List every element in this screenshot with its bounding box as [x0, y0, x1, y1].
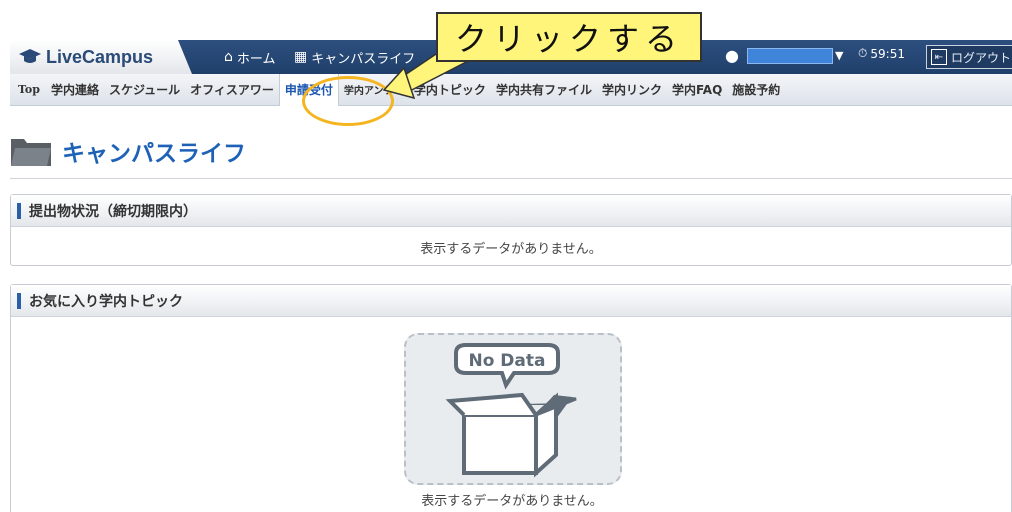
- session-timer: ⏱ 59:51: [858, 46, 905, 61]
- empty-message: 表示するデータがありません。: [421, 494, 603, 509]
- subnav-topics[interactable]: 学内トピック: [409, 74, 491, 106]
- user-icon: ●: [725, 46, 739, 65]
- highlight-ring: [302, 76, 394, 126]
- no-data-illustration: No Data: [404, 333, 622, 485]
- nav-home-label: ホーム: [236, 51, 276, 67]
- panel-accent-bar: [17, 202, 21, 219]
- panel-title: 提出物状況（締切期限内）: [29, 203, 197, 220]
- logout-label: ログアウト: [951, 50, 1012, 65]
- nav-campus-life[interactable]: ▦ キャンパスライフ: [294, 40, 424, 74]
- graduation-cap-icon: [19, 49, 41, 63]
- panel-accent-bar: [17, 292, 21, 309]
- user-menu[interactable]: [747, 48, 833, 64]
- logo-text: LiveCampus: [46, 46, 154, 67]
- favorite-topics-panel: お気に入り学内トピック No Data 表示するデータがありません。: [10, 284, 1012, 512]
- logout-icon: ⇤: [931, 49, 947, 65]
- subnav-contact[interactable]: 学内連絡: [46, 74, 104, 106]
- subnav-top[interactable]: Top: [10, 74, 46, 106]
- page-title-text: キャンパスライフ: [62, 141, 246, 167]
- chevron-down-icon[interactable]: ▼: [835, 49, 843, 62]
- subnav-faq[interactable]: 学内FAQ: [667, 74, 727, 106]
- sub-navigation: Top 学内連絡 スケジュール オフィスアワー 申請受付 学内アンケート 学内ト…: [10, 73, 1012, 106]
- empty-box-icon: No Data: [445, 343, 577, 478]
- logo[interactable]: LiveCampus: [10, 40, 192, 74]
- subnav-schedule[interactable]: スケジュール: [104, 74, 185, 106]
- empty-message: 表示するデータがありません。: [420, 242, 602, 257]
- nav-home[interactable]: ⌂ ホーム: [224, 40, 276, 74]
- subnav-shared-files[interactable]: 学内共有ファイル: [491, 74, 597, 106]
- logout-button[interactable]: ⇤ ログアウト: [926, 45, 1012, 69]
- nav-campus-label: キャンパスライフ: [311, 51, 416, 67]
- home-icon: ⌂: [224, 49, 233, 65]
- panel-header: 提出物状況（締切期限内）: [11, 195, 1011, 227]
- timer-value: 59:51: [870, 46, 905, 61]
- no-data-badge: No Data: [468, 351, 545, 371]
- panel-header: お気に入り学内トピック: [11, 285, 1011, 317]
- subnav-facility-booking[interactable]: 施設予約: [727, 74, 785, 106]
- campus-icon: ▦: [294, 49, 308, 65]
- instruction-callout: クリックする: [436, 12, 702, 62]
- subnav-office-hours[interactable]: オフィスアワー: [185, 74, 279, 106]
- folder-icon: [11, 139, 51, 166]
- page-title: キャンパスライフ: [10, 134, 246, 168]
- divider: [10, 178, 1012, 179]
- submission-status-panel: 提出物状況（締切期限内） 表示するデータがありません。: [10, 194, 1012, 266]
- subnav-links[interactable]: 学内リンク: [597, 74, 667, 106]
- panel-title: お気に入り学内トピック: [29, 293, 183, 310]
- timer-icon: ⏱: [858, 46, 868, 60]
